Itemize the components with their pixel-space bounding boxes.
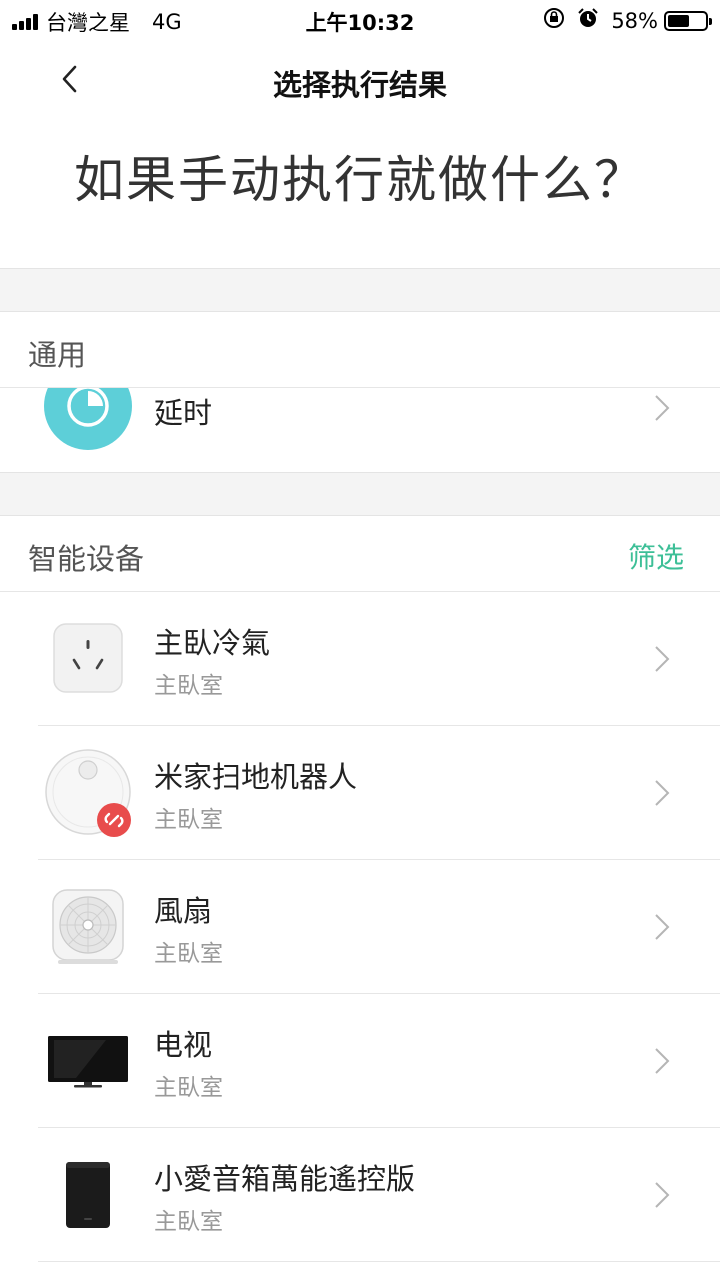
robot-vacuum-icon xyxy=(44,748,134,838)
device-name: 主臥冷氣 xyxy=(154,626,271,660)
chevron-right-icon xyxy=(655,780,670,806)
tv-icon xyxy=(46,1034,130,1090)
status-bar: 台灣之星 4G 上午10:32 58% xyxy=(0,0,720,40)
timer-icon xyxy=(44,388,132,450)
device-room: 主臥室 xyxy=(154,807,223,833)
chevron-right-icon xyxy=(655,395,670,421)
item-name: 延时 xyxy=(154,396,213,430)
device-room: 主臥室 xyxy=(154,1075,223,1101)
chevron-right-icon xyxy=(655,1182,670,1208)
section-label: 智能设备 xyxy=(28,542,145,576)
chevron-right-icon xyxy=(655,914,670,940)
list-item-device[interactable]: 米家扫地机器人 主臥室 xyxy=(0,726,720,860)
smart-plug-icon xyxy=(52,622,124,694)
rotation-lock-icon xyxy=(543,7,565,34)
device-name: 电视 xyxy=(154,1028,213,1062)
list-item-device[interactable]: 小愛音箱萬能遙控版 主臥室 xyxy=(0,1128,720,1262)
alarm-icon xyxy=(577,7,599,34)
section-label: 通用 xyxy=(28,338,87,372)
battery-icon xyxy=(664,10,712,31)
general-section-header: 通用 xyxy=(0,312,720,388)
list-item-device[interactable]: 風扇 主臥室 xyxy=(0,860,720,994)
devices-section-header: 智能设备 筛选 xyxy=(0,516,720,592)
section-gap xyxy=(0,472,720,516)
speaker-icon xyxy=(64,1160,112,1230)
section-gap xyxy=(0,268,720,312)
device-room: 主臥室 xyxy=(154,941,223,967)
device-name: 小愛音箱萬能遙控版 xyxy=(154,1162,416,1196)
chevron-right-icon xyxy=(655,646,670,672)
list-item-device[interactable]: 主臥冷氣 主臥室 xyxy=(0,592,720,726)
battery-percent: 58% xyxy=(611,8,658,33)
device-room: 主臥室 xyxy=(154,1209,223,1235)
filter-button[interactable]: 筛选 xyxy=(628,536,684,576)
page-title: 选择执行结果 xyxy=(272,68,447,102)
list-item-device[interactable]: 电视 主臥室 xyxy=(0,994,720,1128)
divider xyxy=(38,1261,720,1262)
chevron-right-icon xyxy=(655,1048,670,1074)
navigation-bar: 选择执行结果 xyxy=(0,50,720,110)
device-name: 米家扫地机器人 xyxy=(154,760,358,794)
device-name: 風扇 xyxy=(154,894,213,928)
headline-question: 如果手动执行就做什么？ xyxy=(74,151,646,209)
list-item-delay[interactable]: 延时 xyxy=(0,388,720,472)
fan-icon xyxy=(50,888,126,966)
device-room: 主臥室 xyxy=(154,673,223,699)
